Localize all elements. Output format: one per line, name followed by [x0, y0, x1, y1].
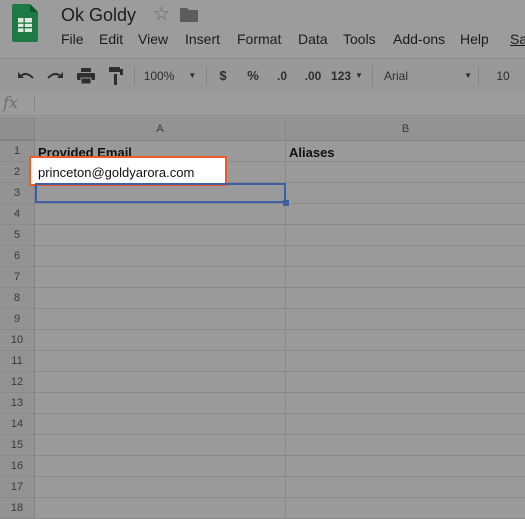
- cell-b1[interactable]: Aliases: [289, 145, 335, 160]
- row-gridline: [0, 413, 525, 414]
- menu-tools[interactable]: Tools: [343, 31, 376, 47]
- row-header[interactable]: 14: [0, 418, 34, 430]
- row-gridline: [0, 287, 525, 288]
- row-header[interactable]: 3: [0, 187, 34, 199]
- row-gridline: [0, 245, 525, 246]
- paint-format-icon[interactable]: [104, 59, 128, 92]
- increase-decimal-label: .00: [304, 68, 322, 83]
- cell-a2[interactable]: princeton@goldyarora.com: [38, 165, 194, 180]
- row-gridline: [0, 476, 525, 477]
- more-formats-button[interactable]: 123 ▼: [330, 59, 364, 92]
- decrease-decimal-button[interactable]: .0: [270, 59, 294, 92]
- toolbar-divider: [206, 66, 207, 86]
- toolbar-divider: [478, 66, 479, 86]
- font-select[interactable]: Arial ▼: [380, 59, 472, 92]
- star-icon[interactable]: ☆: [153, 3, 170, 26]
- row-gridline: [0, 371, 525, 372]
- row-header[interactable]: 17: [0, 481, 34, 493]
- undo-icon[interactable]: [14, 59, 38, 92]
- document-title[interactable]: Ok Goldy: [61, 5, 136, 26]
- fill-handle[interactable]: [283, 200, 289, 206]
- row-gridline: [0, 350, 525, 351]
- column-divider: [285, 117, 286, 519]
- selected-cell-a3[interactable]: [35, 183, 286, 203]
- percent-format-button[interactable]: %: [243, 59, 263, 92]
- row-header[interactable]: 15: [0, 439, 34, 451]
- toolbar: 100% ▼ $ % .0 .00 123 ▼ Arial ▼ 10: [0, 58, 525, 93]
- row-gridline: [0, 203, 525, 204]
- row-gridline: [0, 392, 525, 393]
- font-value: Arial: [384, 68, 409, 83]
- row-header[interactable]: 18: [0, 502, 34, 514]
- increase-decimal-button[interactable]: .00: [300, 59, 326, 92]
- redo-icon[interactable]: [43, 59, 67, 92]
- chevron-down-icon: ▼: [188, 71, 197, 80]
- menu-addons[interactable]: Add-ons: [393, 31, 445, 47]
- row-header[interactable]: 7: [0, 271, 34, 283]
- menu-view[interactable]: View: [138, 31, 168, 47]
- row-gridline: [0, 308, 525, 309]
- zoom-value: 100%: [143, 68, 175, 83]
- formula-divider: [34, 96, 35, 111]
- chevron-down-icon: ▼: [355, 71, 363, 80]
- row-gridline: [0, 455, 525, 456]
- menu-format[interactable]: Format: [237, 31, 281, 47]
- sheets-logo-icon[interactable]: [12, 4, 38, 42]
- decrease-decimal-label: .0: [276, 68, 287, 83]
- folder-icon[interactable]: [180, 8, 198, 22]
- menu-save-status[interactable]: Sa: [510, 31, 525, 47]
- row-header[interactable]: 12: [0, 376, 34, 388]
- row-header[interactable]: 11: [0, 355, 34, 367]
- row-gridline: [0, 434, 525, 435]
- more-formats-label: 123: [331, 68, 352, 83]
- row-gridline: [0, 224, 525, 225]
- menu-file[interactable]: File: [61, 31, 84, 47]
- row-header[interactable]: 6: [0, 250, 34, 262]
- row-gridline: [0, 497, 525, 498]
- row-header[interactable]: 13: [0, 397, 34, 409]
- row-header[interactable]: 8: [0, 292, 34, 304]
- row-gridline: [0, 329, 525, 330]
- formula-bar[interactable]: [0, 92, 525, 116]
- column-header-b[interactable]: B: [286, 117, 525, 140]
- row-header[interactable]: 9: [0, 313, 34, 325]
- menu-insert[interactable]: Insert: [185, 31, 220, 47]
- row-header[interactable]: 10: [0, 334, 34, 346]
- menu-edit[interactable]: Edit: [99, 31, 123, 47]
- font-size-select[interactable]: 10: [488, 59, 518, 92]
- column-header-a[interactable]: A: [35, 117, 286, 140]
- fx-icon: fx: [3, 93, 18, 112]
- menu-help[interactable]: Help: [460, 31, 489, 47]
- toolbar-divider: [372, 66, 373, 86]
- print-icon[interactable]: [73, 59, 99, 92]
- toolbar-divider: [134, 66, 135, 86]
- chevron-down-icon: ▼: [464, 71, 472, 80]
- row-header[interactable]: 5: [0, 229, 34, 241]
- row-gridline: [0, 266, 525, 267]
- select-all-corner[interactable]: [0, 117, 35, 140]
- row-header[interactable]: 16: [0, 460, 34, 472]
- zoom-select[interactable]: 100% ▼: [140, 59, 200, 92]
- currency-format-button[interactable]: $: [213, 59, 233, 92]
- font-size-value: 10: [496, 68, 510, 83]
- row-header[interactable]: 4: [0, 208, 34, 220]
- menu-data[interactable]: Data: [298, 31, 328, 47]
